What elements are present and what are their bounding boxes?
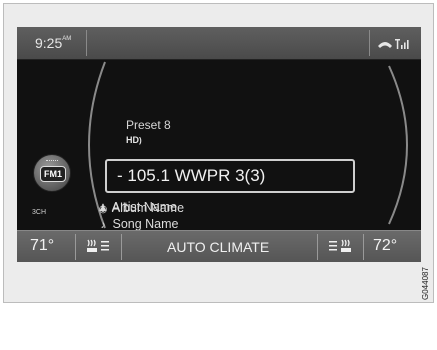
status-divider	[86, 30, 87, 56]
status-bar: 9:25AM	[17, 27, 421, 60]
clock: 9:25AM	[35, 35, 71, 51]
temp-left[interactable]: 71°	[30, 237, 54, 255]
signal-icon	[395, 39, 409, 49]
station-display[interactable]: - 105.1 WWPR 3(3)	[105, 159, 355, 193]
channel-label: 3CH	[32, 209, 47, 216]
decorative-arcs	[88, 61, 408, 229]
song-name: Song Name	[112, 217, 179, 231]
source-button[interactable]: FM1	[33, 154, 71, 192]
climate-divider	[75, 234, 76, 260]
song-row: ♪ Song Name	[97, 217, 179, 231]
radio-panel: FM1 3CH Preset 8 HD) - 105.1 WWPR 3(3) ♟…	[17, 60, 421, 231]
album-icon: ◉	[98, 204, 108, 215]
figure-code: G044087	[421, 267, 430, 300]
infotainment-screen: 9:25AM FM1 3CH Preset 8 HD) - 105.1 WWPR…	[17, 27, 421, 262]
phone-icon	[378, 42, 392, 48]
climate-divider	[363, 234, 364, 260]
auto-climate-label[interactable]: AUTO CLIMATE	[167, 239, 269, 255]
source-badge: FM1	[40, 166, 66, 182]
clock-time: 9:25	[35, 35, 63, 51]
antenna-icon	[46, 160, 58, 164]
album-row: ◉ Album Name	[97, 201, 184, 215]
temp-right[interactable]: 72°	[373, 237, 397, 255]
preset-label: Preset 8	[126, 118, 171, 132]
status-divider	[369, 30, 370, 56]
climate-divider	[121, 234, 122, 260]
seat-heat-right-icon[interactable]	[327, 238, 353, 259]
album-name: Album Name	[111, 201, 185, 215]
climate-bar: 71° AUTO CLIMATE 72°	[17, 230, 421, 262]
status-icons	[377, 36, 411, 55]
hd-radio-icon: HD)	[126, 135, 142, 145]
clock-ampm: AM	[62, 36, 72, 42]
climate-divider	[317, 234, 318, 260]
seat-heat-left-icon[interactable]	[85, 238, 111, 259]
